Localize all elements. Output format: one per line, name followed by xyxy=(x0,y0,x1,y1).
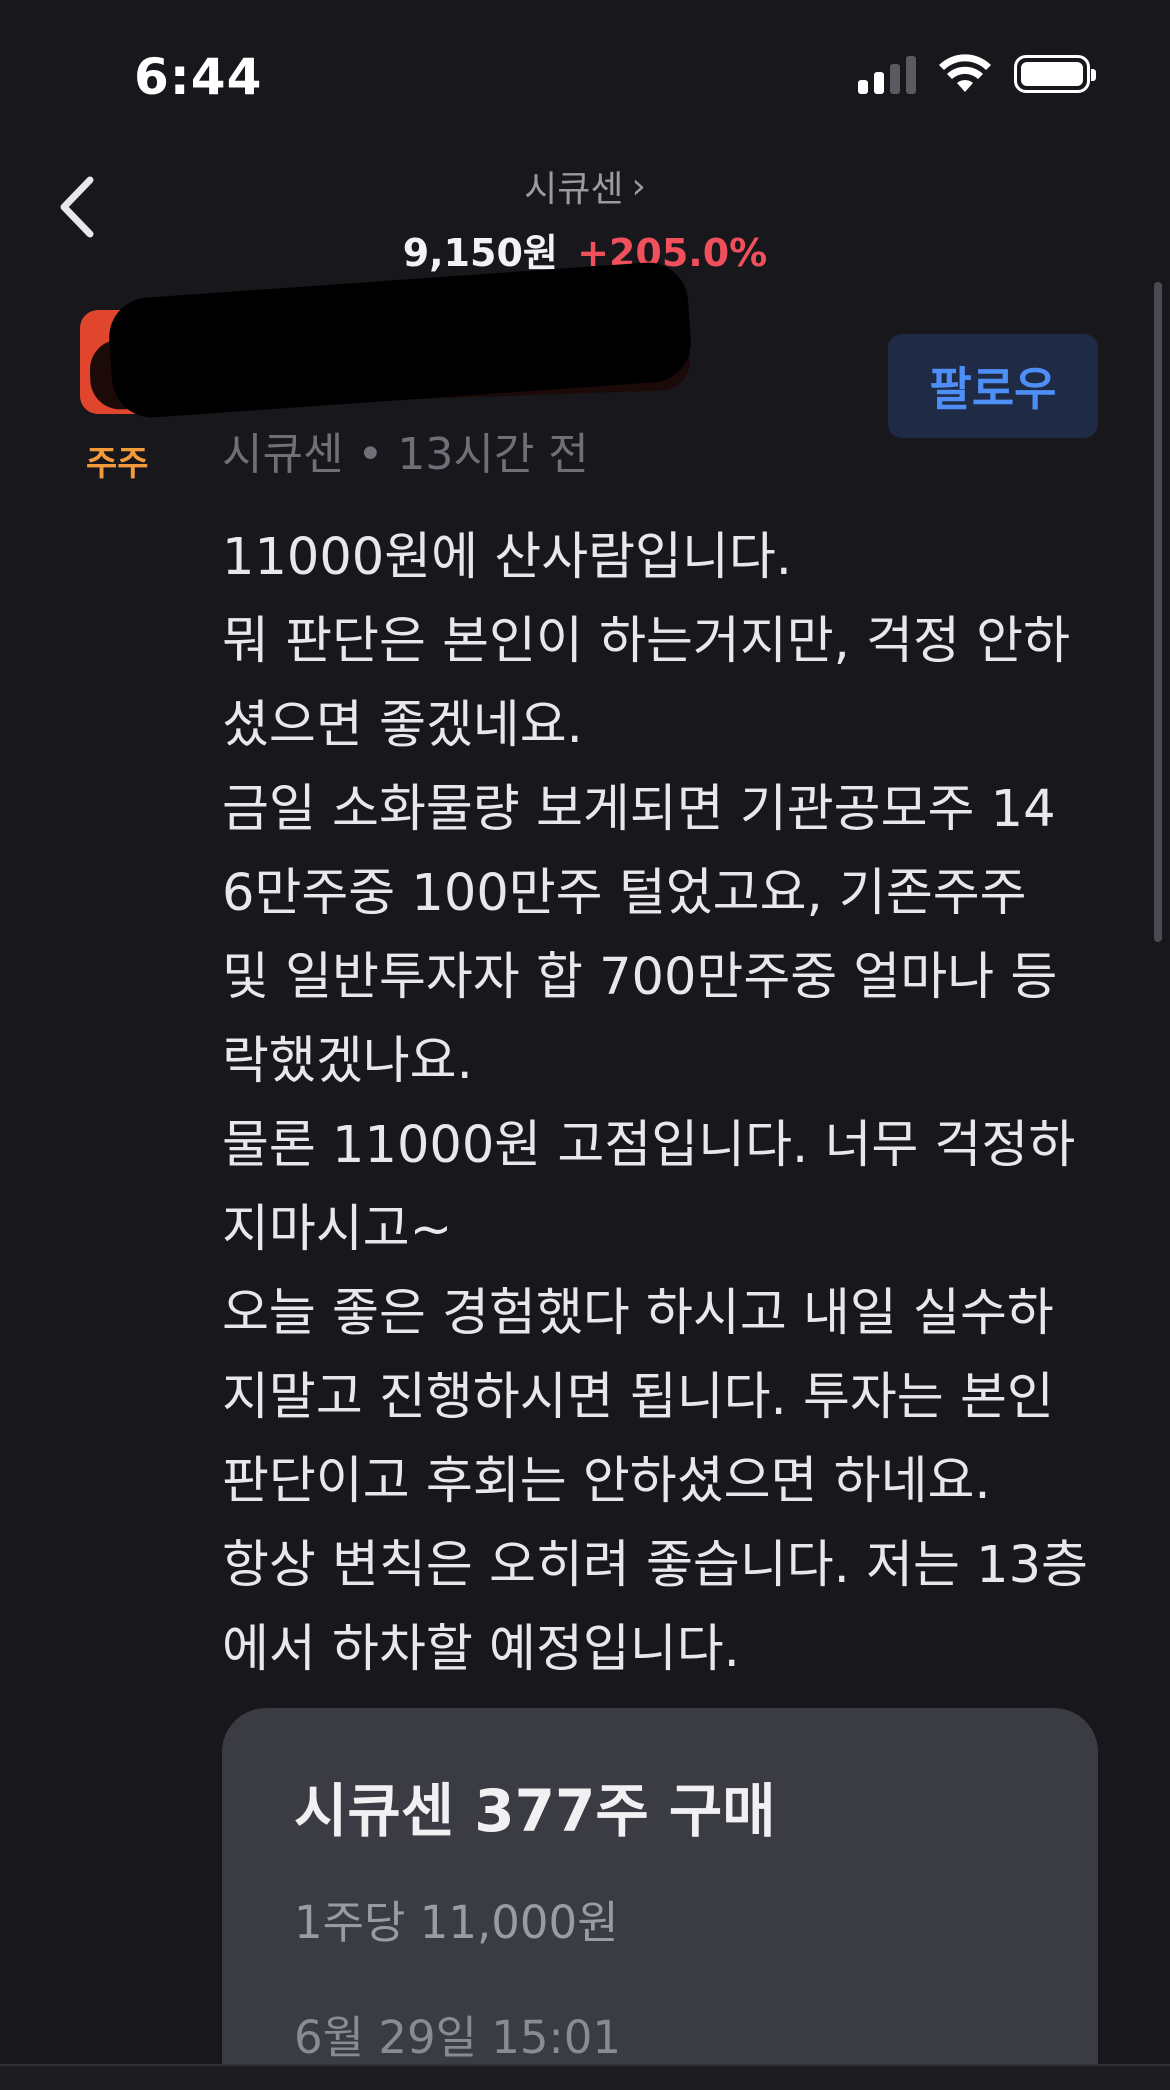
redacted-author-name xyxy=(106,259,694,421)
trade-datetime: 6월 29일 15:01 xyxy=(294,2011,621,2064)
post-line: 셨으면 좋겠네요. xyxy=(222,696,583,755)
stock-name-link[interactable]: 시큐센 › xyxy=(524,160,646,212)
post-line: 뭐 판단은 본인이 하는거지만, 걱정 안하 xyxy=(222,612,1070,671)
scrollbar[interactable] xyxy=(1154,282,1162,942)
follow-button[interactable]: 팔로우 xyxy=(888,334,1098,438)
bottom-bar xyxy=(0,2066,1170,2090)
post-line: 지말고 진행하시면 됩니다. 투자는 본인 xyxy=(222,1368,1054,1427)
post-meta: 시큐센 • 13시간 전 xyxy=(222,429,589,480)
post-line: 에서 하차할 예정입니다. xyxy=(222,1620,740,1679)
cellular-signal-icon xyxy=(858,54,916,94)
trade-title: 시큐센 377주 구매 xyxy=(294,1777,776,1845)
trade-price-per-share: 1주당 11,000원 xyxy=(294,1896,619,1949)
post-line: 오늘 좋은 경험했다 하시고 내일 실수하 xyxy=(222,1284,1054,1343)
post-line: 및 일반투자자 합 700만주중 얼마나 등 xyxy=(222,948,1058,1007)
status-icons xyxy=(858,54,1096,94)
battery-icon xyxy=(1014,55,1096,93)
trade-card[interactable]: 시큐센 377주 구매 1주당 11,000원 6월 29일 15:01 xyxy=(222,1708,1098,2090)
post-line: 물론 11000원 고점입니다. 너무 걱정하 xyxy=(222,1116,1076,1175)
screen: 6:44 시큐센 › 9,150원 +205.0% 주주 시큐센 • 13시간 … xyxy=(0,0,1170,2090)
post-line: 11000원에 산사람입니다. xyxy=(222,528,793,587)
post-line: 6만주중 100만주 털었고요, 기존주주 xyxy=(222,864,1027,923)
post-line: 락했겠나요. xyxy=(222,1032,473,1091)
post-line: 판단이고 후회는 안하셨으면 하네요. xyxy=(222,1452,991,1511)
post-line: 지마시고~ xyxy=(222,1200,453,1259)
stock-name: 시큐센 xyxy=(524,169,624,210)
status-time: 6:44 xyxy=(134,48,263,106)
wifi-icon xyxy=(939,54,991,92)
post-line: 금일 소화물량 보게되면 기관공모주 14 xyxy=(222,780,1056,839)
post-body: 11000원에 산사람입니다. 뭐 판단은 본인이 하는거지만, 걱정 안하 셨… xyxy=(222,516,1102,1692)
header-stock-info: 시큐센 › 9,150원 +205.0% xyxy=(0,160,1170,277)
shareholder-badge: 주주 xyxy=(86,444,149,484)
chevron-right-icon: › xyxy=(631,165,646,207)
post-line: 항상 변칙은 오히려 좋습니다. 저는 13층 xyxy=(222,1536,1088,1595)
stock-price: 9,150원 xyxy=(402,231,558,275)
